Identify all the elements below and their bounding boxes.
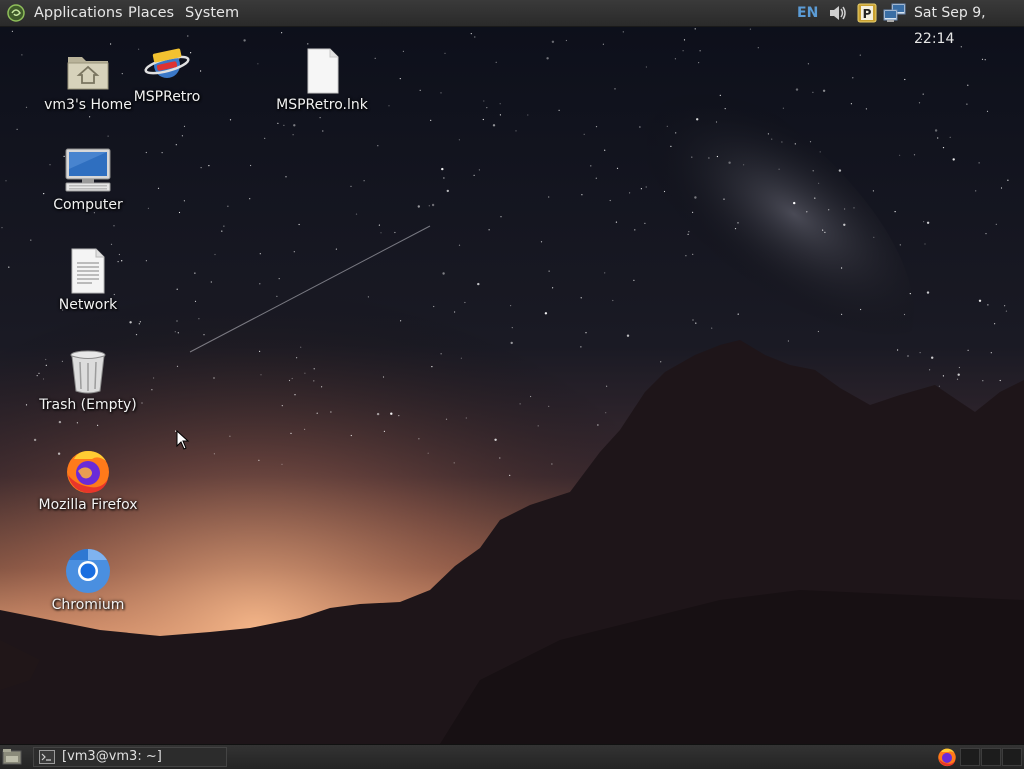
taskbar-item-terminal[interactable]: [vm3@vm3: ~]	[33, 747, 227, 767]
desktop-icon-firefox[interactable]: Mozilla Firefox	[28, 447, 148, 514]
desktop-icon-trash[interactable]: Trash (Empty)	[28, 347, 148, 414]
home-folder-icon	[67, 57, 109, 90]
desktop-icon-label: MSPRetro.lnk	[276, 97, 368, 113]
desktop-icon-label: Chromium	[51, 597, 125, 613]
desktop-icon-mspretro[interactable]: MSPRetro	[107, 39, 227, 106]
desktop-icon-network[interactable]: Network	[28, 247, 148, 314]
network-icon[interactable]	[883, 3, 907, 23]
workspace-switcher-3[interactable]	[1002, 748, 1022, 766]
keyboard-layout-indicator[interactable]: EN	[797, 0, 818, 26]
msp-planet-icon	[144, 48, 190, 78]
menu-places[interactable]: Places	[128, 0, 174, 26]
distro-logo-icon[interactable]	[6, 3, 26, 23]
trash-icon	[70, 350, 106, 394]
desktop-icon-label: Trash (Empty)	[39, 397, 137, 413]
chromium-icon	[66, 549, 110, 593]
desktop-icon-chromium[interactable]: Chromium	[28, 547, 148, 614]
desktop-icon-computer[interactable]: Computer	[28, 147, 148, 214]
desktop-icon-label: Network	[58, 297, 118, 313]
taskbar-item-label: [vm3@vm3: ~]	[62, 749, 162, 764]
clipboard-p-icon[interactable]: P	[856, 3, 878, 23]
desktop-icon-label: MSPRetro	[133, 89, 201, 105]
desktop-icon-label: Computer	[53, 197, 123, 213]
menu-applications[interactable]: Applications	[34, 0, 123, 26]
workspace-switcher-1[interactable]	[960, 748, 980, 766]
desktop-wallpaper	[0, 0, 1024, 768]
show-desktop-icon[interactable]	[2, 748, 22, 766]
workspace-switcher-2[interactable]	[981, 748, 1001, 766]
top-panel: Applications Places System EN P Sat Sep …	[0, 0, 1024, 47]
blank-file-icon	[307, 48, 339, 94]
firefox-icon[interactable]	[937, 747, 957, 767]
desktop-icon-mspretro-lnk[interactable]: MSPRetro.lnk	[262, 47, 382, 114]
volume-icon[interactable]	[827, 3, 849, 23]
desktop-icon-label: Mozilla Firefox	[38, 497, 138, 513]
svg-text:P: P	[863, 7, 872, 21]
firefox-icon	[67, 451, 109, 493]
terminal-icon	[39, 750, 55, 764]
mouse-cursor-icon	[176, 430, 190, 450]
menu-system[interactable]: System	[185, 0, 239, 26]
computer-icon	[65, 148, 111, 192]
clock[interactable]: Sat Sep 9, 22:14	[914, 0, 1024, 47]
bottom-panel: [vm3@vm3: ~]	[0, 744, 1024, 769]
document-icon	[71, 248, 105, 294]
